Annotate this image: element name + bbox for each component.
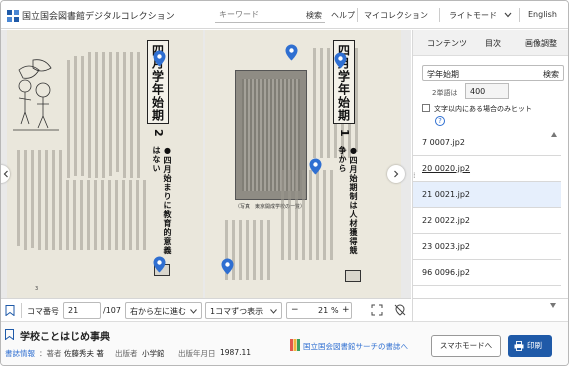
publisher-label: 出版者 xyxy=(115,349,138,358)
language-toggle[interactable]: English xyxy=(528,10,557,19)
search-result-item[interactable]: 96 0096.jp2 xyxy=(413,260,561,286)
side-panel-tabs: コンテンツ 目次 画像調整 xyxy=(413,30,568,56)
chevron-right-icon xyxy=(394,170,399,178)
section-number: 2 xyxy=(152,129,165,138)
tab-image-adjust[interactable]: 画像調整 xyxy=(525,38,557,49)
app-window: 国立国会図書館デジタルコレクション 検索 ヘルプ マイコレクション ライトモード… xyxy=(0,0,569,366)
search-result-label: 23 0023.jp2 xyxy=(422,242,471,251)
date-label: 出版年月日 xyxy=(178,349,216,358)
section-number: 1 xyxy=(338,129,351,138)
zoom-in-button[interactable]: + xyxy=(342,305,350,315)
search-hit-pin-icon[interactable] xyxy=(285,44,298,61)
word-distance-label: 2単語は xyxy=(432,89,458,97)
display-mode-value: 1コマずつ表示 xyxy=(210,307,264,316)
reading-direction-value: 右から左に進む xyxy=(130,307,186,316)
section-subtitle: ●四月始まりに教育的意義はない xyxy=(152,146,172,255)
page-viewer[interactable]: 四月学年始期 2 ●四月始まりに教育的意義はない 3 （写真 東京開成学校の一覧… xyxy=(1,30,411,298)
search-result-label: 96 0096.jp2 xyxy=(422,268,471,277)
zoom-unit: % xyxy=(331,306,339,315)
search-result-item[interactable]: 23 0023.jp2 xyxy=(413,234,561,260)
ndl-search-link[interactable]: 国立国会図書館サーチの書誌へ xyxy=(303,341,408,352)
bookmark-icon[interactable] xyxy=(5,329,14,340)
print-button-label: 印刷 xyxy=(527,341,542,350)
search-result-item[interactable]: 22 0022.jp2 xyxy=(413,208,561,234)
word-distance-input[interactable]: 400 xyxy=(465,83,509,99)
panel-resize-handle[interactable]: ⁞ xyxy=(413,171,416,180)
scroll-down-icon[interactable] xyxy=(550,303,556,308)
book-title: 学校ことはじめ事典 xyxy=(20,332,110,343)
cartoon-illustration xyxy=(13,59,59,131)
publisher-value: 小学館 xyxy=(142,349,165,358)
printer-icon xyxy=(514,341,524,351)
my-collection-link[interactable]: マイコレクション xyxy=(364,10,428,21)
ndl-logo-icon xyxy=(7,9,19,22)
chevron-down-icon[interactable] xyxy=(504,12,512,18)
search-result-label: 7 0007.jp2 xyxy=(422,138,465,147)
zoom-out-button[interactable]: − xyxy=(291,305,299,315)
display-mode-select[interactable]: 1コマずつ表示 xyxy=(205,302,282,319)
chevron-left-icon xyxy=(3,170,8,178)
help-link[interactable]: ヘルプ xyxy=(331,10,355,21)
frame-total: /107 xyxy=(103,306,121,315)
light-mode-toggle[interactable]: ライトモード xyxy=(449,10,497,21)
fullscreen-icon[interactable] xyxy=(371,304,383,316)
frame-number-input[interactable]: 21 xyxy=(63,302,101,319)
fulltext-search-input[interactable]: 学年始期 xyxy=(427,69,459,80)
book-page-right: （写真 東京開成学校の一覧） 四月学年始期 1 ●四月始期制は人材獲得競争から xyxy=(205,30,401,298)
top-header: 国立国会図書館デジタルコレクション 検索 ヘルプ マイコレクション ライトモード… xyxy=(1,1,568,29)
tab-contents[interactable]: コンテンツ xyxy=(427,38,467,49)
page-mark xyxy=(345,270,361,282)
help-icon[interactable]: ? xyxy=(435,116,445,126)
search-result-label: 22 0022.jp2 xyxy=(422,216,471,225)
fulltext-search-button[interactable]: 検索 xyxy=(543,69,559,80)
ndl-logo[interactable]: 国立国会図書館デジタルコレクション xyxy=(7,9,175,22)
proximity-checkbox[interactable] xyxy=(422,104,430,112)
search-result-label: 21 0021.jp2 xyxy=(422,190,471,199)
search-result-item[interactable]: 7 0007.jp2 xyxy=(413,130,561,156)
header-divider xyxy=(357,8,358,22)
chevron-down-icon xyxy=(270,309,277,314)
search-button[interactable]: 検索 xyxy=(306,10,322,21)
search-hit-pin-icon[interactable] xyxy=(221,258,234,275)
proximity-checkbox-label: 文字以内にある場合のみヒット xyxy=(434,105,532,113)
zoom-value: 21 xyxy=(318,306,329,315)
search-result-label: 20 0020.jp2 xyxy=(422,164,471,173)
reading-direction-select[interactable]: 右から左に進む xyxy=(125,302,202,319)
smartphone-mode-button[interactable]: スマホモードへ xyxy=(431,335,501,357)
search-hit-pin-icon[interactable] xyxy=(153,50,166,67)
search-result-item[interactable]: 20 0020.jp2 xyxy=(413,156,561,182)
book-page-left: 四月学年始期 2 ●四月始まりに教育的意義はない 3 xyxy=(7,30,203,298)
chevron-down-icon xyxy=(190,309,197,314)
bookmark-icon[interactable] xyxy=(5,305,15,316)
tab-toc[interactable]: 目次 xyxy=(485,38,501,49)
ndl-search-icon xyxy=(290,339,300,351)
fulltext-search-box[interactable]: 学年始期 検索 xyxy=(422,65,564,81)
zoom-control: − 21 % + xyxy=(286,302,352,319)
section-subtitle: ●四月始期制は人材獲得競争から xyxy=(338,146,358,255)
header-divider xyxy=(439,8,440,22)
bibliographic-footer: 学校ことはじめ事典 書誌情報 ：著者 佐藤秀夫 著 出版者 小学館 出版年月日 … xyxy=(1,321,568,365)
pin-off-icon[interactable] xyxy=(394,304,406,316)
print-button[interactable]: 印刷 xyxy=(508,335,552,357)
header-divider xyxy=(519,8,520,22)
frame-number-label: コマ番号 xyxy=(27,307,59,316)
author-label: ：著者 xyxy=(39,349,62,358)
side-panel: コンテンツ 目次 画像調整 学年始期 検索 2単語は 400 文字以内にある場合… xyxy=(412,30,568,298)
page-number: 3 xyxy=(35,286,39,292)
search-result-item[interactable]: 21 0021.jp2 xyxy=(413,182,561,208)
search-hit-pin-icon[interactable] xyxy=(309,158,322,175)
side-panel-footer xyxy=(412,298,568,321)
logo-text: 国立国会図書館デジタルコレクション xyxy=(22,12,175,22)
search-hit-pin-icon[interactable] xyxy=(334,52,347,69)
viewer-toolbar: コマ番号 21 /107 右から左に進む 1コマずつ表示 − 21 % + xyxy=(1,298,411,321)
search-hit-pin-icon[interactable] xyxy=(153,256,166,273)
bibliographic-info-link[interactable]: 書誌情報 xyxy=(5,348,35,359)
date-value: 1987.11 xyxy=(220,348,252,357)
scroll-up-icon[interactable] xyxy=(551,132,557,137)
next-page-button[interactable] xyxy=(387,165,405,183)
author-value: 佐藤秀夫 著 xyxy=(64,349,104,358)
